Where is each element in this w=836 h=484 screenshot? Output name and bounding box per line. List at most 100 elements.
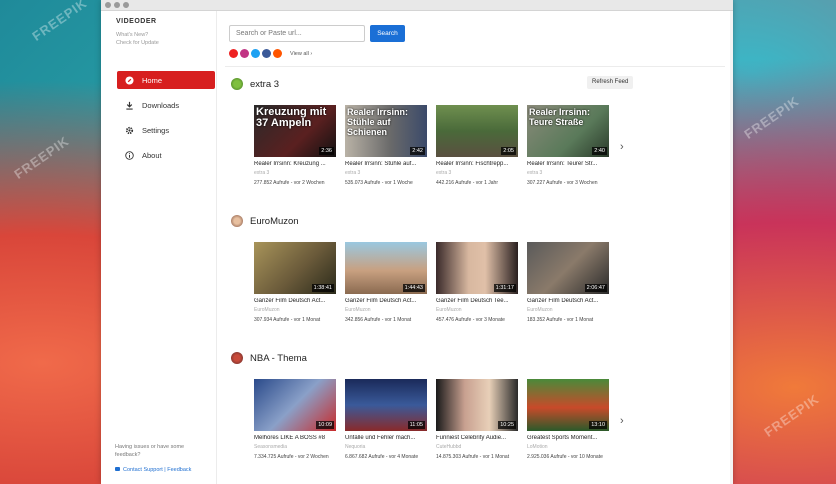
channel-name[interactable]: extra 3 [254, 170, 338, 176]
channel-name[interactable]: Nequoria [345, 444, 429, 450]
duration-badge: 13:10 [589, 421, 607, 429]
video-meta: 183.352 Aufrufe - vor 1 Monat [527, 317, 594, 323]
close-window-button[interactable] [105, 2, 111, 8]
video-card[interactable]: Realer Irrsinn: Teure Straße 2:40 Realer… [527, 105, 611, 186]
nav-label: Downloads [142, 100, 180, 110]
video-card[interactable]: 11:05 Unfälle und Fehler mach... Nequori… [345, 379, 429, 460]
channel-avatar [231, 215, 243, 227]
video-title[interactable]: Ganzer Film Deutsch Act... [345, 298, 429, 304]
video-title[interactable]: Realer Irrsinn: Stühle auf... [345, 161, 429, 167]
video-thumbnail[interactable]: 2:05 [436, 105, 518, 157]
video-title[interactable]: Unfälle und Fehler mach... [345, 435, 429, 441]
scrollbar[interactable] [730, 11, 733, 484]
channel-name[interactable]: extra 3 [436, 170, 520, 176]
video-card[interactable]: 13:10 Greatest Sports Moment... LoMotion… [527, 379, 611, 460]
video-meta: 277.852 Aufrufe - vor 2 Wochen [254, 180, 325, 186]
video-thumbnail[interactable]: 13:10 [527, 379, 609, 431]
nav-item-about[interactable]: About [117, 146, 215, 164]
video-thumbnail[interactable]: 10:25 [436, 379, 518, 431]
chevron-right-icon[interactable]: › [620, 141, 624, 153]
duration-badge: 2:05 [501, 147, 516, 155]
channel-name[interactable]: EuroMuzon [254, 307, 338, 313]
chevron-right-icon[interactable]: › [620, 415, 624, 427]
instagram-icon[interactable] [240, 49, 249, 58]
feedback-prompt: Having issues or have some feedback? [115, 444, 185, 458]
video-thumbnail[interactable]: Kreuzung mit 37 Ampeln 2:36 [254, 105, 336, 157]
watermark-text: FREEPIK [761, 391, 822, 440]
check-update-link[interactable]: Check for Update [116, 40, 159, 46]
video-meta: 307.227 Aufrufe - vor 3 Wochen [527, 180, 598, 186]
channel-name[interactable]: extra 3 [527, 170, 611, 176]
video-thumbnail[interactable]: 1:38:41 [254, 242, 336, 294]
soundcloud-icon[interactable] [273, 49, 282, 58]
channel-name[interactable]: EuroMuzon [436, 307, 520, 313]
channel-name[interactable]: Seasonsmedia [254, 444, 338, 450]
section-header: extra 3 Refresh Feed [229, 76, 729, 94]
video-title[interactable]: Funniest Celebrity Audie... [436, 435, 520, 441]
video-thumbnail[interactable]: 1:31:17 [436, 242, 518, 294]
refresh-feed-button[interactable]: Refresh Feed [587, 76, 634, 89]
main-content: Search or Paste url... Search View all ›… [217, 11, 733, 484]
channel-name[interactable]: EuroMuzon [345, 307, 429, 313]
duration-badge: 2:06:47 [584, 284, 607, 292]
video-title[interactable]: Ganzer Film Deutsch Act... [527, 298, 611, 304]
video-card[interactable]: 1:31:17 Ganzer Film Deutsch Tee... EuroM… [436, 242, 520, 323]
duration-badge: 1:38:41 [311, 284, 334, 292]
youtube-icon[interactable] [229, 49, 238, 58]
feed-section: extra 3 Refresh Feed Kreuzung mit 37 Amp… [229, 76, 729, 186]
nav-item-settings[interactable]: Settings [117, 121, 215, 139]
channel-name[interactable]: LoMotion [527, 444, 611, 450]
facebook-icon[interactable] [262, 49, 271, 58]
whats-new-link[interactable]: What's New? [116, 32, 148, 38]
contact-support-link[interactable]: Contact Support | Feedback [115, 467, 191, 473]
video-card[interactable]: 10:25 Funniest Celebrity Audie... CuteHu… [436, 379, 520, 460]
video-thumbnail[interactable]: Realer Irrsinn: Stühle auf Schienen 2:42 [345, 105, 427, 157]
nav-item-downloads[interactable]: Downloads [117, 96, 215, 114]
video-thumbnail[interactable]: 11:05 [345, 379, 427, 431]
feed-section: EuroMuzon 1:38:41 Ganzer Film Deutsch Ac… [229, 215, 729, 323]
video-card[interactable]: 1:44:43 Ganzer Film Deutsch Act... EuroM… [345, 242, 429, 323]
video-thumbnail[interactable]: 10:09 [254, 379, 336, 431]
video-meta: 457.476 Aufrufe - vor 3 Monate [436, 317, 505, 323]
maximize-window-button[interactable] [123, 2, 129, 8]
duration-badge: 11:05 [407, 421, 425, 429]
channel-name[interactable]: extra 3 [345, 170, 429, 176]
video-card[interactable]: 2:05 Realer Irrsinn: Fischtrepp... extra… [436, 105, 520, 186]
video-meta: 14.875.303 Aufrufe - vor 1 Monat [436, 454, 510, 460]
search-input[interactable]: Search or Paste url... [229, 25, 365, 42]
video-title[interactable]: Realer Irrsinn: Kreuzung ... [254, 161, 338, 167]
nav-item-home[interactable]: Home [117, 71, 215, 89]
search-button[interactable]: Search [370, 25, 405, 42]
video-meta: 442.216 Aufrufe - vor 1 Jahr [436, 180, 498, 186]
video-title[interactable]: Melhores LIKE A BOSS #8 [254, 435, 338, 441]
channel-name[interactable]: CuteHubbd [436, 444, 520, 450]
watermark-text: FREEPIK [741, 93, 802, 142]
video-meta: 2.925.036 Aufrufe - vor 10 Monate [527, 454, 603, 460]
video-meta: 342.856 Aufrufe - vor 1 Monat [345, 317, 412, 323]
app-window: VIDEODER What's New? Check for Update Ho… [101, 0, 733, 484]
nav-label: Settings [142, 125, 170, 135]
section-header: EuroMuzon [229, 215, 729, 231]
view-all-link[interactable]: View all › [290, 51, 312, 57]
channel-name[interactable]: EuroMuzon [527, 307, 611, 313]
video-card[interactable]: Realer Irrsinn: Stühle auf Schienen 2:42… [345, 105, 429, 186]
video-card[interactable]: 1:38:41 Ganzer Film Deutsch Act... EuroM… [254, 242, 338, 323]
duration-badge: 1:31:17 [493, 284, 516, 292]
video-thumbnail[interactable]: Realer Irrsinn: Teure Straße 2:40 [527, 105, 609, 157]
video-title[interactable]: Ganzer Film Deutsch Act... [254, 298, 338, 304]
video-card[interactable]: 2:06:47 Ganzer Film Deutsch Act... EuroM… [527, 242, 611, 323]
video-title[interactable]: Ganzer Film Deutsch Tee... [436, 298, 520, 304]
video-thumbnail[interactable]: 2:06:47 [527, 242, 609, 294]
info-icon [124, 150, 134, 160]
minimize-window-button[interactable] [114, 2, 120, 8]
section-title: NBA - Thema [250, 353, 307, 364]
video-title[interactable]: Realer Irrsinn: Fischtrepp... [436, 161, 520, 167]
duration-badge: 1:44:43 [402, 284, 425, 292]
video-thumbnail[interactable]: 1:44:43 [345, 242, 427, 294]
duration-badge: 10:25 [498, 421, 516, 429]
video-title[interactable]: Greatest Sports Moment... [527, 435, 611, 441]
video-card[interactable]: 10:09 Melhores LIKE A BOSS #8 Seasonsmed… [254, 379, 338, 460]
video-card[interactable]: Kreuzung mit 37 Ampeln 2:36 Realer Irrsi… [254, 105, 338, 186]
twitter-icon[interactable] [251, 49, 260, 58]
video-title[interactable]: Realer Irrsinn: Teurer Str... [527, 161, 611, 167]
